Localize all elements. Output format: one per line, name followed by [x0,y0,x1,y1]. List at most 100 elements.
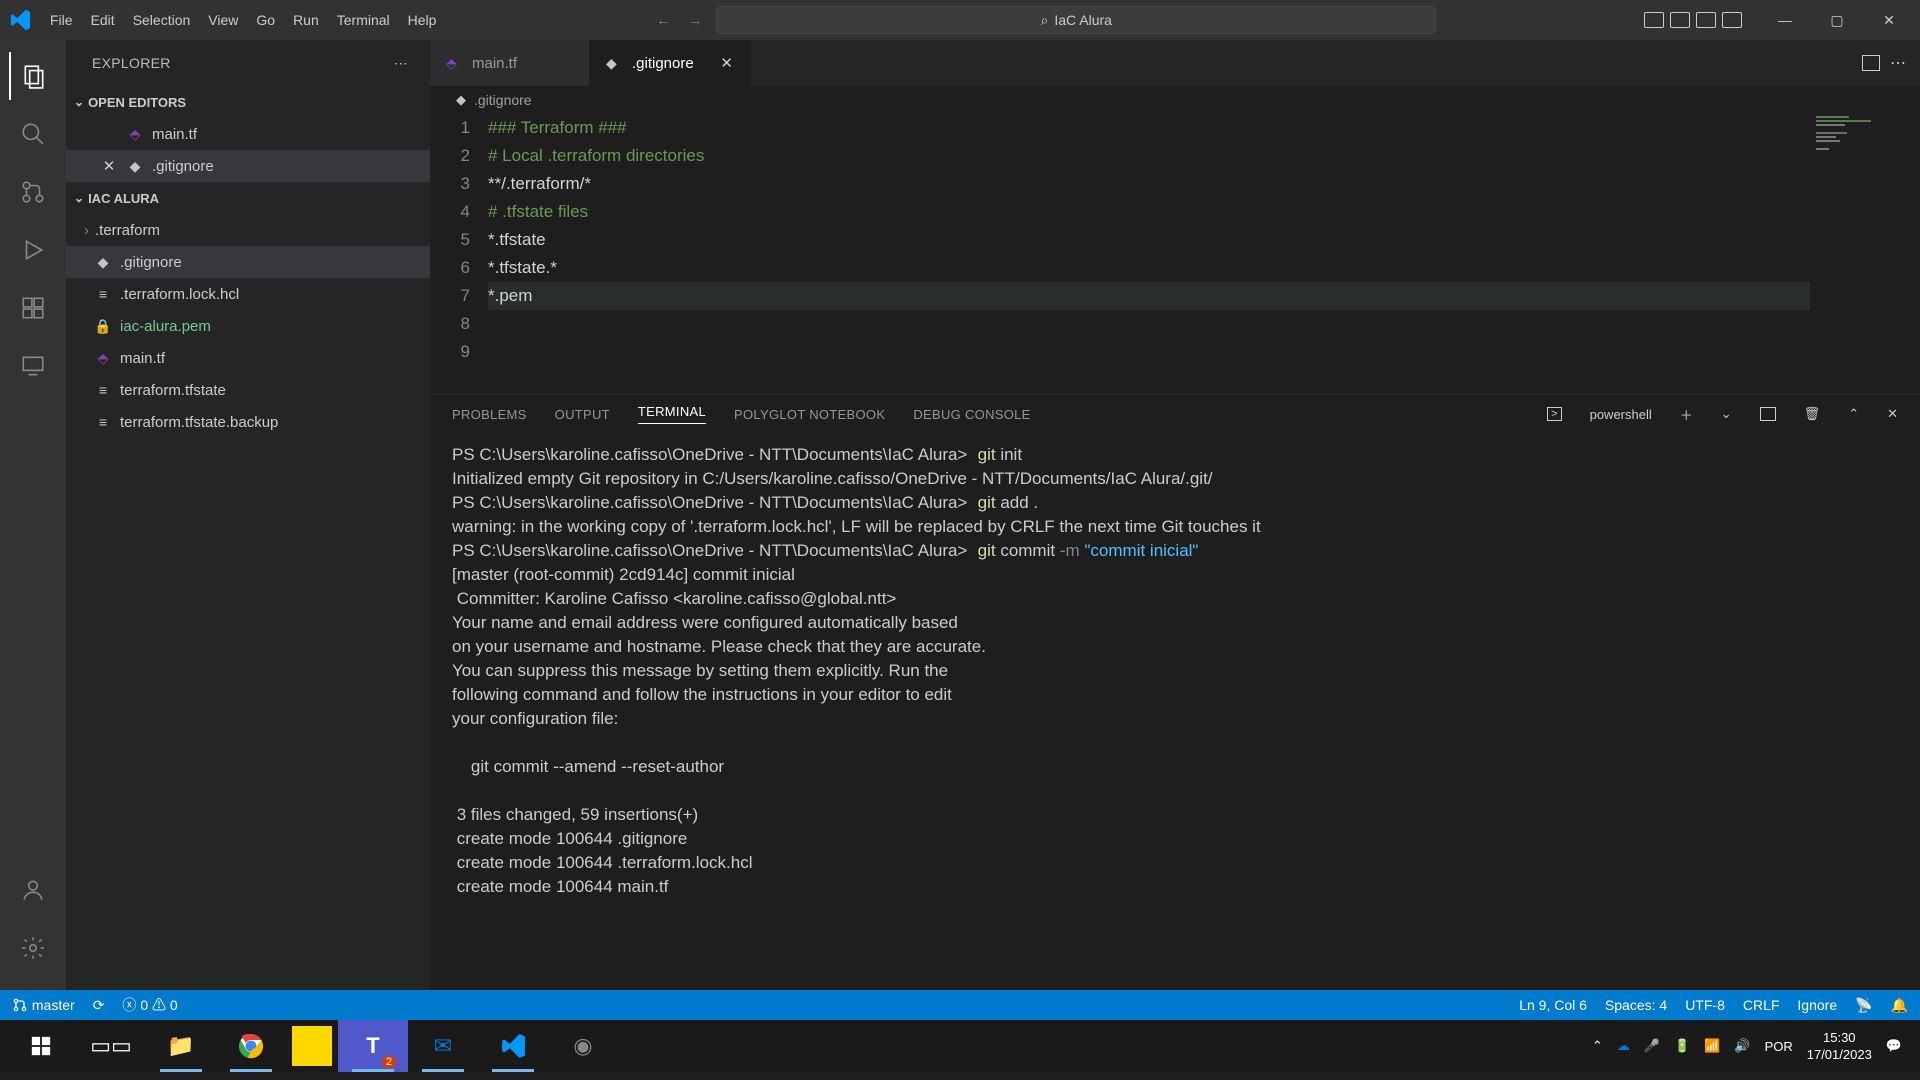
file-item-locked[interactable]: 🔒 iac-alura.pem [66,310,430,342]
scm-icon[interactable] [9,168,57,216]
debug-icon[interactable] [9,226,57,274]
new-terminal-icon[interactable]: ＋ [1680,405,1693,424]
close-icon[interactable]: ✕ [720,54,733,72]
gitignore-file-icon: ◆ [456,92,466,108]
nav-back-icon[interactable]: ← [652,8,674,32]
search-icon: ⌕ [1041,12,1049,29]
menu-view[interactable]: View [200,8,246,32]
terminal-dropdown-icon[interactable]: ⌄ [1721,406,1732,422]
volume-icon[interactable]: 🔊 [1734,1038,1750,1054]
cursor-position[interactable]: Ln 9, Col 6 [1519,997,1587,1013]
maximize-button[interactable]: ▢ [1814,2,1860,38]
feedback-icon[interactable]: 📡 [1855,997,1872,1014]
panel-tab-terminal[interactable]: TERMINAL [638,404,706,424]
code-content[interactable]: ### Terraform ### # Local .terraform dir… [488,114,1920,394]
minimap[interactable] [1810,114,1920,394]
menu-run[interactable]: Run [285,8,327,32]
breadcrumb[interactable]: ◆ .gitignore [430,86,1920,114]
menu-terminal[interactable]: Terminal [329,8,398,32]
menu-file[interactable]: File [42,8,81,32]
close-panel-icon[interactable]: ✕ [1887,406,1898,422]
battery-icon[interactable]: 🔋 [1674,1038,1690,1054]
search-activity-icon[interactable] [9,110,57,158]
terminal-shell-label[interactable]: powershell [1590,407,1652,422]
chrome-icon[interactable] [216,1020,286,1072]
encoding[interactable]: UTF-8 [1685,997,1725,1013]
file-icon: ≡ [94,414,112,430]
code-editor[interactable]: 123456789 ### Terraform ### # Local .ter… [430,114,1920,394]
sync-icon[interactable]: ⟳ [93,997,105,1014]
menu-help[interactable]: Help [400,8,445,32]
trash-icon[interactable]: 🗑 [1804,406,1821,422]
open-editor-item-active[interactable]: ✕ ◆ .gitignore [66,150,430,182]
vscode-taskbar-icon[interactable] [478,1020,548,1072]
panel-tab-debug[interactable]: DEBUG CONSOLE [913,407,1030,422]
panel-tab-row: PROBLEMS OUTPUT TERMINAL POLYGLOT NOTEBO… [430,395,1920,433]
onedrive-icon[interactable]: ☁ [1617,1038,1630,1054]
errors-count[interactable]: ⓧ 0 ⚠ 0 [122,995,177,1015]
app-icon[interactable]: ◉ [548,1020,618,1072]
menu-edit[interactable]: Edit [83,8,123,32]
scm-branch-icon[interactable]: master [12,997,75,1013]
outlook-icon[interactable]: ✉ [408,1020,478,1072]
vscode-logo-icon [8,8,32,32]
language-mode[interactable]: Ignore [1797,997,1837,1013]
file-item[interactable]: ≡ terraform.tfstate.backup [66,406,430,438]
menu-selection[interactable]: Selection [125,8,199,32]
remote-icon[interactable] [9,342,57,390]
panel-tab-polyglot[interactable]: POLYGLOT NOTEBOOK [734,407,885,422]
bottom-panel: PROBLEMS OUTPUT TERMINAL POLYGLOT NOTEBO… [430,394,1920,990]
start-button[interactable] [6,1020,76,1072]
teams-icon[interactable]: T2 [338,1020,408,1072]
terraform-file-icon: ⬘ [94,350,112,367]
file-icon: ≡ [94,382,112,398]
bell-icon[interactable]: 🔔 [1891,997,1908,1014]
split-editor-icon[interactable] [1862,55,1880,71]
editor-tabs: ⬘ main.tf ◆ .gitignore ✕ ⋯ [430,40,1920,86]
tab-gitignore[interactable]: ◆ .gitignore ✕ [590,40,750,86]
maximize-panel-icon[interactable]: ⌃ [1848,406,1859,422]
gitignore-file-icon: ◆ [126,158,144,175]
account-icon[interactable] [9,866,57,914]
open-editors-header[interactable]: ⌄ OPEN EDITORS [66,86,430,118]
menu-go[interactable]: Go [248,8,283,32]
tray-chevron-icon[interactable]: ⌃ [1592,1038,1603,1054]
close-button[interactable]: ✕ [1866,2,1912,38]
folder-item[interactable]: › .terraform [66,214,430,246]
task-view-icon[interactable]: ▭▭ [76,1020,146,1072]
sticky-notes-icon[interactable] [292,1026,332,1066]
more-actions-icon[interactable]: ⋯ [1890,53,1906,73]
minimize-button[interactable]: — [1762,2,1808,38]
layout-controls[interactable] [1644,12,1742,28]
eol[interactable]: CRLF [1743,997,1780,1013]
indentation[interactable]: Spaces: 4 [1605,997,1667,1013]
terminal-shell-icon[interactable]: > [1547,407,1561,421]
wifi-icon[interactable]: 📶 [1704,1038,1720,1054]
mic-icon[interactable]: 🎤 [1644,1038,1660,1054]
file-item[interactable]: ≡ .terraform.lock.hcl [66,278,430,310]
command-center[interactable]: ⌕ IaC Alura [716,6,1436,34]
input-lang[interactable]: POR [1765,1039,1793,1054]
file-item[interactable]: ≡ terraform.tfstate [66,374,430,406]
explorer-sidebar: EXPLORER ⋯ ⌄ OPEN EDITORS ⬘ main.tf ✕ ◆ … [66,40,430,990]
explorer-more-icon[interactable]: ⋯ [394,55,408,72]
system-clock[interactable]: 15:30 17/01/2023 [1807,1029,1872,1063]
split-terminal-icon[interactable] [1760,407,1776,421]
close-icon[interactable]: ✕ [100,157,118,175]
panel-tab-output[interactable]: OUTPUT [555,407,610,422]
open-editor-item[interactable]: ⬘ main.tf [66,118,430,150]
explorer-icon[interactable] [9,52,57,100]
terminal-output[interactable]: PS C:\Users\karoline.cafisso\OneDrive - … [430,433,1920,990]
file-item-tf[interactable]: ⬘ main.tf [66,342,430,374]
workspace-header[interactable]: ⌄ IAC ALURA [66,182,430,214]
status-bar: master ⟳ ⓧ 0 ⚠ 0 Ln 9, Col 6 Spaces: 4 U… [0,990,1920,1020]
file-explorer-icon[interactable]: 📁 [146,1020,216,1072]
action-center-icon[interactable]: 💬 [1886,1038,1902,1054]
panel-tab-problems[interactable]: PROBLEMS [452,407,527,422]
gear-icon[interactable] [9,924,57,972]
file-item-gitignore[interactable]: ◆ .gitignore [66,246,430,278]
tab-main-tf[interactable]: ⬘ main.tf [430,40,590,86]
chevron-down-icon: ⌄ [74,191,84,205]
nav-forward-icon[interactable]: → [684,8,706,32]
extensions-icon[interactable] [9,284,57,332]
